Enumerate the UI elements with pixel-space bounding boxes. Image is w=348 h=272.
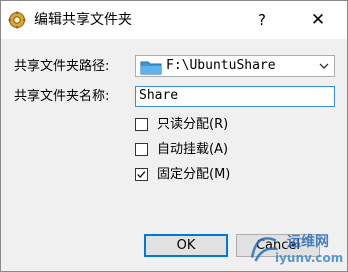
watermark-text-url: iyunv.com [275,251,344,265]
virtualbox-gear-icon [8,11,26,29]
help-button[interactable]: ? [247,7,277,33]
watermark-text-cn: 运维网 [287,234,329,250]
auto-mount-label[interactable]: 自动挂载(A) [157,141,228,159]
folder-path-combobox[interactable]: F:\UbuntuShare [135,55,335,77]
folder-path-label: 共享文件夹路径: [14,59,110,74]
window-title: 编辑共享文件夹 [34,12,132,28]
make-permanent-checkbox-box[interactable] [135,168,148,181]
close-button[interactable]: ✕ [301,7,335,33]
site-watermark: 运维网 iyunv.com [245,229,345,269]
edit-shared-folder-dialog: 编辑共享文件夹 ? ✕ 共享文件夹路径: F:\UbuntuShare 共享文件… [0,0,348,272]
chevron-down-icon[interactable] [318,60,330,72]
folder-name-input[interactable]: Share [135,86,335,107]
read-only-checkbox-box[interactable] [135,118,148,131]
ok-button[interactable]: OK [144,234,228,257]
folder-path-value: F:\UbuntuShare [166,58,276,73]
make-permanent-label[interactable]: 固定分配(M) [157,166,230,184]
folder-name-label: 共享文件夹名称: [14,89,110,104]
checkmark-icon [137,171,146,178]
title-bar: 编辑共享文件夹 ? ✕ [1,1,347,39]
folder-icon [140,61,162,75]
read-only-label[interactable]: 只读分配(R) [157,116,228,134]
auto-mount-checkbox-box[interactable] [135,143,148,156]
